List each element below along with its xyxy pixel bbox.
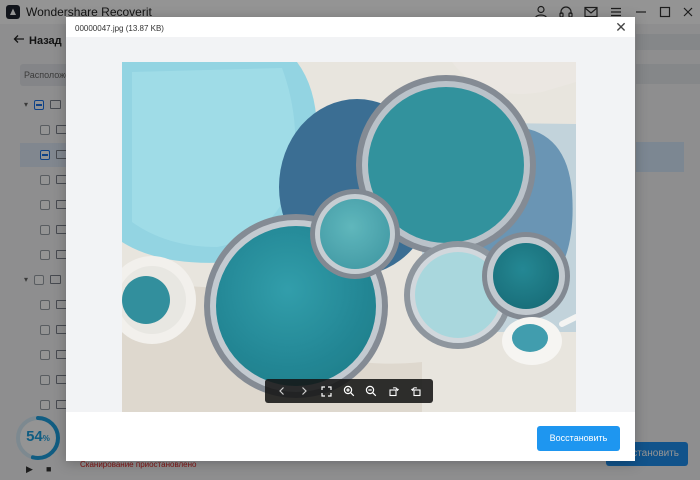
zoom-in-icon[interactable] — [341, 383, 357, 399]
preview-image — [122, 62, 576, 412]
zoom-out-icon[interactable] — [363, 383, 379, 399]
prev-icon[interactable] — [274, 383, 290, 399]
next-icon[interactable] — [296, 383, 312, 399]
rotate-right-icon[interactable] — [386, 383, 402, 399]
paint-cans-photo — [122, 62, 576, 412]
recover-button[interactable]: Восстановить — [537, 426, 620, 451]
close-icon[interactable]: ✕ — [614, 19, 628, 35]
rotate-left-icon[interactable] — [408, 383, 424, 399]
preview-file-title: 00000047.jpg (13.87 KB) — [75, 24, 164, 33]
image-viewer-toolbar — [265, 379, 433, 403]
fullscreen-icon[interactable] — [319, 383, 335, 399]
